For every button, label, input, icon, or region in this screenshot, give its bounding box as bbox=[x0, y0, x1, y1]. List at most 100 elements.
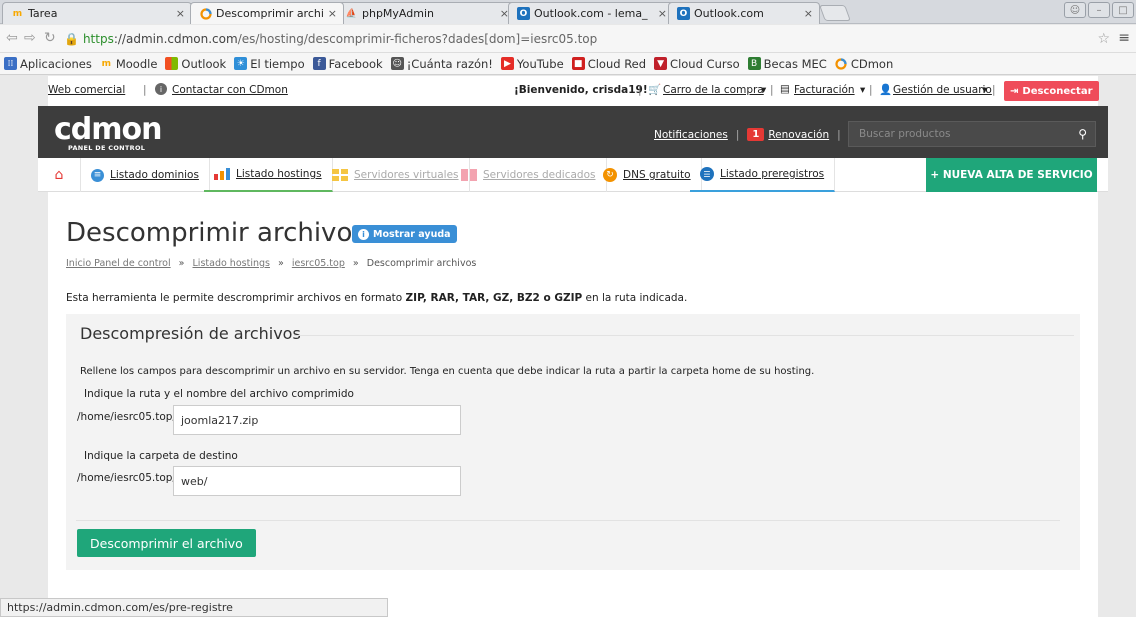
nav-label: DNS gratuito bbox=[623, 169, 691, 181]
main-content: Descomprimir archivos i Mostrar ayuda In… bbox=[48, 192, 1098, 617]
page: Web comercial | i Contactar con CDmon ¡B… bbox=[0, 76, 1136, 617]
bookmark-cloud-curso[interactable]: ▼ Cloud Curso bbox=[654, 57, 740, 71]
youtube-icon: ▶ bbox=[500, 57, 514, 70]
logo[interactable]: cdmon bbox=[54, 112, 162, 147]
nav-label: Servidores virtuales bbox=[354, 169, 459, 181]
home-icon: ⌂ bbox=[54, 167, 64, 183]
breadcrumb-domain[interactable]: iesrc05.top bbox=[292, 258, 345, 269]
nav-servidores-dedicados[interactable]: Servidores dedicados bbox=[451, 158, 607, 192]
nav-listado-preregistros[interactable]: ☰ Listado preregistros bbox=[690, 158, 836, 192]
tab-descomprimir[interactable]: Descomprimir archiv × bbox=[190, 2, 344, 24]
menu-icon[interactable]: ≡ bbox=[1118, 30, 1130, 46]
tab-outlook-1[interactable]: O Outlook.com - lema_ × bbox=[508, 2, 674, 24]
cart-icon: 🛒 bbox=[648, 84, 662, 96]
file-path-prefix: /home/iesrc05.top/ bbox=[77, 411, 176, 423]
phpmyadmin-icon: ⛵ bbox=[345, 8, 358, 19]
bookmark-star-icon[interactable]: ☆ bbox=[1097, 31, 1110, 47]
nav-label: Listado hostings bbox=[236, 168, 322, 180]
notificaciones-link[interactable]: Notificaciones bbox=[654, 129, 728, 141]
renovacion-link[interactable]: Renovación bbox=[768, 129, 829, 141]
nav-dns-gratuito[interactable]: ↻ DNS gratuito bbox=[593, 158, 702, 192]
reload-icon[interactable]: ↻ bbox=[44, 30, 56, 46]
bookmark-label: Outlook bbox=[181, 56, 227, 71]
bookmark-label: Becas MEC bbox=[763, 56, 827, 71]
bookmark-label: El tiempo bbox=[250, 56, 305, 71]
info-icon: i bbox=[358, 228, 369, 240]
url-field[interactable]: 🔒 https://admin.cdmon.com/es/hosting/des… bbox=[64, 29, 1104, 49]
destination-input[interactable]: web/ bbox=[173, 466, 461, 496]
bookmark-moodle[interactable]: m Moodle bbox=[100, 57, 158, 71]
close-icon[interactable]: × bbox=[176, 7, 185, 20]
close-icon[interactable]: × bbox=[328, 7, 337, 20]
bookmark-cdmon[interactable]: CDmon bbox=[835, 57, 893, 71]
new-tab-button[interactable] bbox=[819, 5, 851, 21]
user-icon: 👤 bbox=[879, 84, 893, 96]
bookmark-facebook[interactable]: f Facebook bbox=[312, 57, 383, 71]
chevron-down-icon: ▾ bbox=[761, 84, 767, 96]
close-icon[interactable]: × bbox=[804, 7, 813, 20]
logo-subtitle: PANEL DE CONTROL bbox=[68, 144, 146, 152]
bookmark-cloud-red[interactable]: ■ Cloud Red bbox=[571, 56, 647, 71]
bookmark-label: Moodle bbox=[115, 56, 158, 71]
url-host: ://admin.cdmon.com bbox=[113, 32, 238, 46]
desconectar-button[interactable]: ⇥ Desconectar bbox=[1004, 81, 1099, 101]
bookmark-youtube[interactable]: ▶ YouTube bbox=[500, 57, 564, 71]
breadcrumb-inicio[interactable]: Inicio Panel de control bbox=[66, 258, 171, 269]
back-icon[interactable]: ⇦ bbox=[6, 30, 18, 46]
moodle-icon: m bbox=[101, 58, 112, 69]
url-path: /es/hosting/descomprimir-ficheros?dades[… bbox=[237, 32, 598, 46]
server-icon bbox=[461, 169, 477, 181]
bookmark-becas-mec[interactable]: B Becas MEC bbox=[747, 56, 827, 71]
bookmarks-bar: ⁞⁞ Aplicaciones m Moodle Outlook ☀ El tiemp… bbox=[0, 53, 1136, 75]
intro-formats: ZIP, RAR, TAR, GZ, BZ2 o GZIP bbox=[405, 292, 583, 304]
bookmark-label: Cloud Red bbox=[587, 56, 647, 71]
home-button[interactable]: ⌂ bbox=[38, 158, 81, 192]
bookmark-el-tiempo[interactable]: ☀ El tiempo bbox=[234, 56, 305, 71]
tab-label: Outlook.com - lema_ bbox=[534, 7, 648, 20]
breadcrumb-listado-hostings[interactable]: Listado hostings bbox=[193, 258, 270, 269]
dns-icon: ↻ bbox=[603, 168, 617, 182]
tab-label: Tarea bbox=[28, 7, 58, 20]
invoice-icon: ▤ bbox=[780, 83, 790, 95]
file-path-label: Indique la ruta y el nombre del archivo … bbox=[84, 388, 354, 400]
desconectar-label: Desconectar bbox=[1022, 85, 1093, 97]
contactar-link[interactable]: Contactar con CDmon bbox=[172, 84, 288, 96]
breadcrumb: Inicio Panel de control » Listado hostin… bbox=[66, 258, 476, 269]
moodle-icon: m bbox=[12, 8, 23, 19]
nav-listado-hostings[interactable]: Listado hostings bbox=[204, 158, 333, 192]
tab-tarea[interactable]: m Tarea × bbox=[2, 2, 192, 24]
tab-outlook-2[interactable]: O Outlook.com × bbox=[668, 2, 820, 24]
descomprimir-button[interactable]: Descomprimir el archivo bbox=[77, 529, 256, 557]
mostrar-ayuda-button[interactable]: i Mostrar ayuda bbox=[352, 225, 457, 243]
search-input[interactable]: Buscar productos ⚲ bbox=[848, 121, 1096, 147]
lock-icon: 🔒 bbox=[64, 32, 79, 46]
cloud-curso-icon: ▼ bbox=[654, 57, 668, 70]
renovacion-badge: 1 bbox=[747, 128, 765, 141]
file-path-input[interactable]: joomla217.zip bbox=[173, 405, 461, 435]
tab-phpmyadmin[interactable]: ⛵ phpMyAdmin × bbox=[336, 2, 516, 24]
meme-icon: ☺ bbox=[390, 57, 404, 70]
nav-listado-dominios[interactable]: ≡ Listado dominios bbox=[81, 158, 210, 192]
user-icon[interactable]: ☺ bbox=[1064, 2, 1086, 18]
info-icon: i bbox=[155, 83, 167, 95]
close-icon[interactable]: × bbox=[658, 7, 667, 20]
nav-label: Listado preregistros bbox=[720, 168, 825, 180]
bookmark-outlook[interactable]: Outlook bbox=[165, 57, 226, 71]
minimize-icon[interactable]: – bbox=[1088, 2, 1110, 18]
facturacion-link[interactable]: Facturación bbox=[794, 84, 855, 96]
web-comercial-link[interactable]: Web comercial bbox=[48, 84, 125, 96]
breadcrumb-separator: » bbox=[278, 258, 284, 269]
bookmark-cuanta-razon[interactable]: ☺ ¡Cuánta razón! bbox=[390, 57, 493, 71]
facebook-icon: f bbox=[312, 57, 326, 70]
nueva-alta-servicio-button[interactable]: + NUEVA ALTA DE SERVICIO bbox=[926, 158, 1097, 192]
maximize-icon[interactable]: □ bbox=[1112, 2, 1134, 18]
forward-icon[interactable]: ⇨ bbox=[24, 30, 36, 46]
gestion-link[interactable]: Gestión de usuario bbox=[893, 84, 992, 96]
carro-link[interactable]: Carro de la compra bbox=[663, 84, 764, 96]
bookmark-label: Cloud Curso bbox=[670, 56, 740, 71]
divider bbox=[76, 520, 1060, 521]
nav-servidores-virtuales[interactable]: Servidores virtuales bbox=[322, 158, 470, 192]
search-icon[interactable]: ⚲ bbox=[1078, 127, 1087, 141]
chevron-down-icon: ▾ bbox=[982, 84, 988, 96]
bookmark-aplicaciones[interactable]: ⁞⁞ Aplicaciones bbox=[4, 57, 92, 71]
